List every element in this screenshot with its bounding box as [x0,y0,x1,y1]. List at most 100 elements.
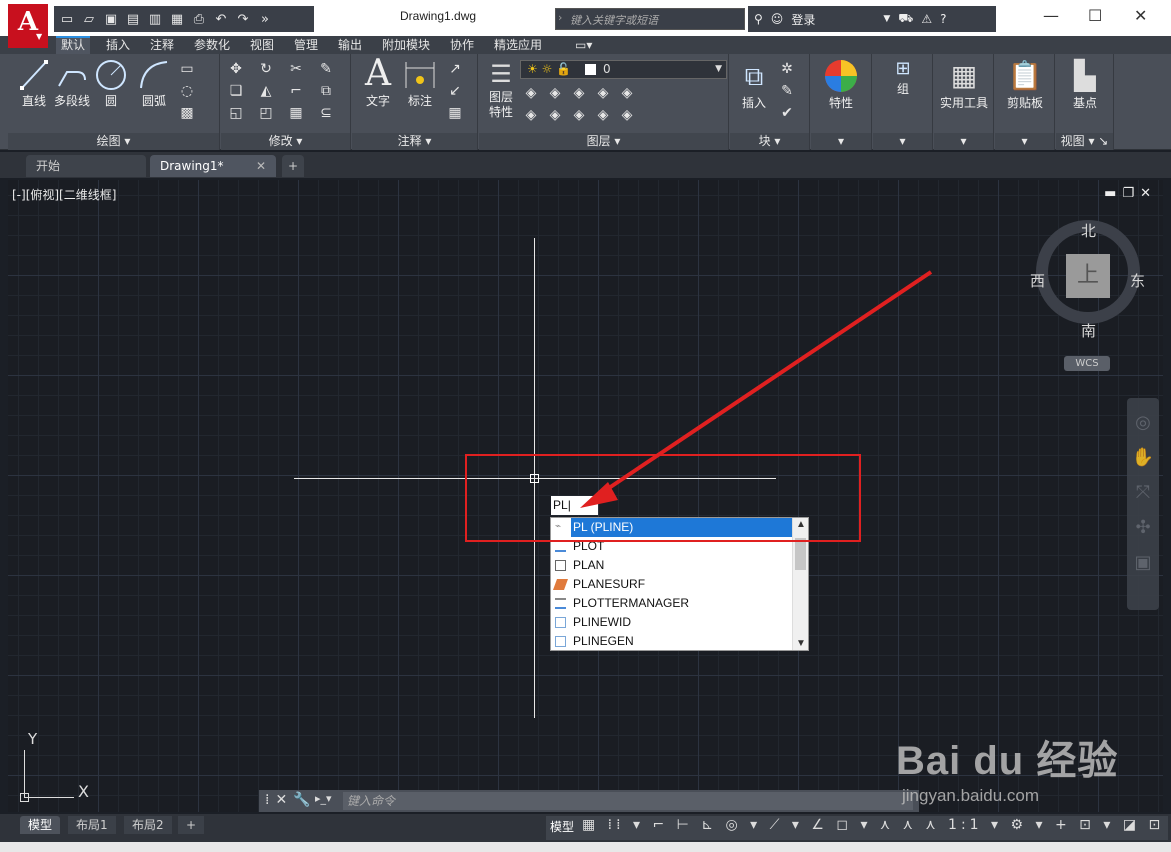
compass-south[interactable]: 南 [1081,320,1096,341]
layer-thaw-icon[interactable]: ◈ [569,106,589,124]
leader-icon[interactable]: ↗ [444,60,466,78]
new-tab-button[interactable]: + [282,155,304,177]
fillet-icon[interactable]: ⌐ [285,82,307,100]
minimize-button[interactable]: — [1043,6,1059,25]
save-as-icon[interactable]: ▤ [124,12,142,27]
tab-parametric[interactable]: 参数化 [189,36,235,54]
gradient-icon[interactable]: ▩ [176,104,198,122]
tab-insert[interactable]: 插入 [101,36,135,54]
maximize-button[interactable]: ☐ [1088,6,1102,25]
showmotion-icon[interactable]: ▣ [1127,552,1159,573]
view-panel-label[interactable]: 视图 ▾ ↘ [1056,133,1113,150]
login-button[interactable]: 登录 [791,11,815,28]
tab-collaborate[interactable]: 协作 [445,36,479,54]
wcs-menu[interactable]: WCS [1064,356,1110,371]
search-input[interactable]: › 键入关键字或短语 [555,8,745,30]
stretch-icon[interactable]: ◱ [225,104,247,122]
utilities-panel-expander[interactable]: ▾ [934,133,993,150]
circle-tool[interactable]: 圆 [94,58,128,109]
utilities-tool[interactable]: ▦ 实用工具 [934,58,994,111]
undo-icon[interactable]: ↶ [212,12,230,27]
ribbon-toggle-icon[interactable]: ▭▾ [570,36,597,54]
pan-icon[interactable]: ✋ [1127,447,1159,468]
save-icon[interactable]: ▣ [102,12,120,27]
tab-output[interactable]: 输出 [333,36,367,54]
trim-icon[interactable]: ✂ [285,60,307,78]
hatch-icon[interactable]: ◌ [176,82,198,100]
edit-attribute-icon[interactable]: ✔ [776,104,798,122]
layer-unlock-icon[interactable]: ◈ [593,106,613,124]
offset-icon[interactable]: ⊆ [315,104,337,122]
copy-icon[interactable]: ❏ [225,82,247,100]
insert-block-tool[interactable]: ⧉ 插入 [734,60,774,111]
tab-featured-apps[interactable]: 精选应用 [489,36,547,54]
layer-on-icon[interactable]: ◈ [521,106,541,124]
layer-freeze-icon[interactable]: ◈ [569,84,589,102]
tab-manage[interactable]: 管理 [289,36,323,54]
properties-panel-expander[interactable]: ▾ [811,133,871,150]
zoom-icon[interactable]: ⤧ [1127,482,1159,503]
layer-isolate-icon[interactable]: ◈ [545,84,565,102]
polyline-tool[interactable]: 多段线 [50,58,94,109]
text-tool[interactable]: A 文字 [358,56,398,109]
layer-lock-icon[interactable]: ◈ [593,84,613,102]
layers-panel-label[interactable]: 图层 ▾ [479,133,728,150]
cart-icon[interactable]: ⛟ [898,11,913,27]
layer-off-icon[interactable]: ◈ [521,84,541,102]
block-panel-label[interactable]: 块 ▾ [730,133,809,150]
array-icon[interactable]: ▦ [285,104,307,122]
layout-tab-model[interactable]: 模型 [20,816,61,834]
file-tab-start[interactable]: 开始 [26,155,146,177]
table-icon[interactable]: ▦ [444,104,466,122]
move-icon[interactable]: ✥ [225,60,247,78]
orbit-icon[interactable]: ✣ [1127,517,1159,538]
explode-icon[interactable]: ⧉ [315,82,337,100]
viewcube-top-face[interactable]: 上 [1066,254,1110,298]
binoculars-icon[interactable]: ⚲ [754,12,763,26]
tab-annotate[interactable]: 注释 [145,36,179,54]
compass-north[interactable]: 北 [1081,220,1096,241]
layout-tab-layout1[interactable]: 布局1 [68,816,116,834]
command-input[interactable]: 键入命令 [343,792,913,810]
create-block-icon[interactable]: ✲ [776,60,798,78]
new-file-icon[interactable]: ▭ [58,12,76,27]
modify-panel-label[interactable]: 修改 ▾ [221,133,350,150]
tab-default[interactable]: 默认 [56,36,91,54]
open-file-icon[interactable]: ▱ [80,12,98,27]
redo-icon[interactable]: ↷ [234,12,252,27]
dimension-tool[interactable]: 标注 [400,58,440,109]
chevron-down-icon[interactable]: ▼ [883,14,890,24]
edit-block-icon[interactable]: ✎ [776,82,798,100]
close-icon[interactable]: ✕ [256,155,266,177]
file-tab-drawing1[interactable]: Drawing1* ✕ [150,155,276,177]
mleader-icon[interactable]: ↙ [444,82,466,100]
base-point-tool[interactable]: ▙ 基点 [1056,58,1114,111]
layer-properties-tool[interactable]: ☰ 图层 特性 [483,58,519,120]
viewcube[interactable]: 上 北 南 西 东 [1030,220,1145,340]
group-tool[interactable]: ⊞ 组 [883,58,923,97]
add-layout-button[interactable]: + [178,816,205,834]
erase-icon[interactable]: ✎ [315,60,337,78]
compass-west[interactable]: 西 [1030,270,1045,291]
scale-icon[interactable]: ◰ [255,104,277,122]
tab-view[interactable]: 视图 [245,36,279,54]
drafting-toggle-icons[interactable]: ▦ ⁞⁞ ▾ ⌐ ⊢ ⊾ ◎ ▾ ⟋ ▾ ∠ ◻ ▾ ⋏ ⋏ ⋏ 1:1 ▾ ⚙… [582,817,1171,833]
rotate-icon[interactable]: ↻ [255,60,277,78]
steering-wheel-icon[interactable]: ◎ [1127,412,1159,433]
web-mobile-icon[interactable]: ▥ [146,12,164,27]
tab-addins[interactable]: 附加模块 [377,36,435,54]
print-icon[interactable]: ⎙ [190,12,208,27]
compass-east[interactable]: 东 [1130,270,1145,291]
mirror-icon[interactable]: ◭ [255,82,277,100]
command-prompt-icon[interactable]: ▸_▾ [315,792,345,810]
layer-dropdown[interactable]: ☀ ☼ 🔓 0 ▼ [520,60,727,79]
clipboard-tool[interactable]: 📋 剪贴板 [995,58,1055,111]
annotation-panel-label[interactable]: 注释 ▾ [352,133,477,150]
command-line-controls[interactable]: ⁞✕🔧 [265,792,317,808]
exchange-icon[interactable]: ⚠ [921,12,932,26]
layer-match-icon[interactable]: ◈ [617,84,637,102]
rectangle-icon[interactable]: ▭ [176,60,198,78]
help-icon[interactable]: ? [940,12,946,26]
layout-tab-layout2[interactable]: 布局2 [124,816,172,834]
properties-tool[interactable]: 特性 [821,58,861,111]
